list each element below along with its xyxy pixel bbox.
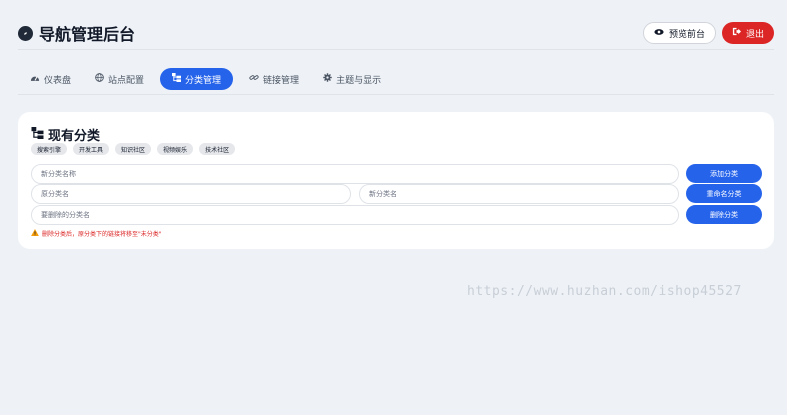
new-category-name-input[interactable]: 新分类名 <box>359 184 679 204</box>
category-chip[interactable]: 知识社区 <box>115 143 152 155</box>
category-chip[interactable]: 视频娱乐 <box>157 143 194 155</box>
tab-link-management[interactable]: 链接管理 <box>241 68 307 90</box>
delete-warning: 删除分类后，原分类下的链接将移至"未分类" <box>31 229 162 238</box>
page-title: 导航管理后台 <box>39 25 136 44</box>
globe-icon <box>95 73 104 85</box>
delete-category-input[interactable]: 要删除的分类名 <box>31 205 679 225</box>
tab-bar: 仪表盘 站点配置 分类管理 链接管理 主题与显示 <box>22 68 389 90</box>
preview-frontend-button[interactable]: 预览前台 <box>642 22 716 44</box>
category-icon <box>31 126 44 143</box>
category-icon <box>172 73 182 85</box>
old-category-name-input[interactable]: 原分类名 <box>31 184 351 204</box>
watermark: https://www.huzhan.com/ishop45527 <box>467 284 742 299</box>
category-card: 现有分类 搜索引擎 开发工具 知识社区 视频娱乐 技术社区 新分类名称 添加分类… <box>18 112 774 249</box>
category-chip[interactable]: 技术社区 <box>199 143 236 155</box>
logout-button[interactable]: 退出 <box>721 22 774 44</box>
gauge-icon <box>30 73 40 85</box>
brand: 导航管理后台 <box>18 21 135 45</box>
category-chip[interactable]: 开发工具 <box>73 143 110 155</box>
header-divider <box>18 49 774 50</box>
gear-icon <box>323 73 332 85</box>
warning-icon <box>31 229 39 238</box>
tabs-divider <box>18 94 774 95</box>
tab-theme-display[interactable]: 主题与显示 <box>315 68 389 90</box>
rename-category-button[interactable]: 重命名分类 <box>686 184 762 203</box>
link-icon <box>249 73 259 85</box>
add-category-button[interactable]: 添加分类 <box>686 164 762 183</box>
eye-icon <box>654 28 664 39</box>
tab-site-config[interactable]: 站点配置 <box>87 68 152 90</box>
new-category-input[interactable]: 新分类名称 <box>31 164 679 184</box>
tab-dashboard[interactable]: 仪表盘 <box>22 68 79 90</box>
tab-category-management[interactable]: 分类管理 <box>160 68 234 90</box>
compass-icon <box>18 25 33 41</box>
card-title: 现有分类 <box>31 125 100 144</box>
category-chip[interactable]: 搜索引擎 <box>31 143 68 155</box>
app-header: 导航管理后台 预览前台 退出 <box>18 18 774 48</box>
category-chip-list: 搜索引擎 开发工具 知识社区 视频娱乐 技术社区 <box>31 143 236 155</box>
delete-category-button[interactable]: 删除分类 <box>686 205 762 224</box>
logout-icon <box>732 27 741 39</box>
